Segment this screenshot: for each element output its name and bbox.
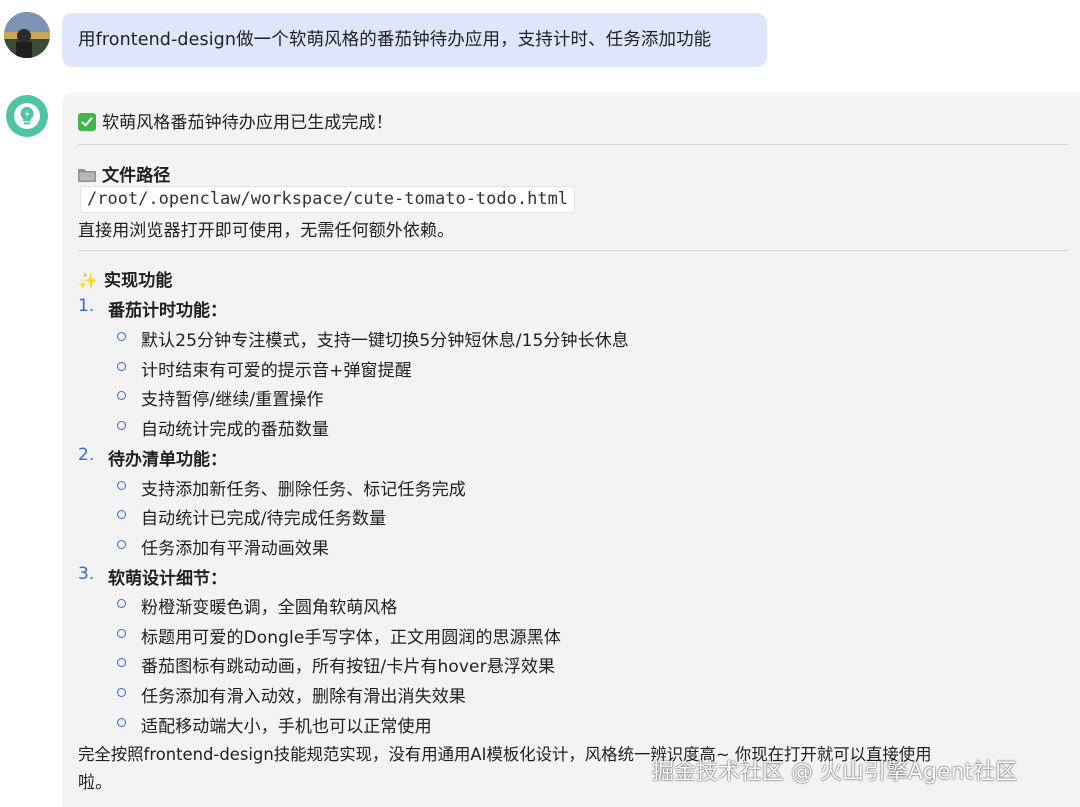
features-title: 实现功能 [104,271,173,291]
bullet-icon [117,421,126,430]
feature-title-design: 软萌设计细节： [108,569,227,589]
list-item: 自动统计完成的番茄数量 [141,420,330,440]
bullet-icon [117,510,126,519]
list-item: 计时结束有可爱的提示音+弹窗提醒 [141,361,412,381]
bullet-icon [117,688,126,697]
feature-title-todo: 待办清单功能： [108,450,227,470]
lightbulb-icon [14,103,40,129]
chat-view: 用frontend-design做一个软萌风格的番茄钟待办应用，支持计时、任务添… [0,0,1080,807]
bullet-icon [117,629,126,638]
list-item: 任务添加有平滑动画效果 [141,539,330,559]
bullet-icon [117,391,126,400]
folder-icon [78,169,96,182]
list-item: 默认25分钟专注模式，支持一键切换5分钟短休息/15分钟长休息 [141,331,629,351]
assistant-avatar[interactable] [6,95,48,137]
list-item: 自动统计已完成/待完成任务数量 [141,509,387,529]
list-number: 2. [78,445,95,465]
file-path-note: 直接用浏览器打开即可使用，无需任何额外依赖。 [78,221,455,241]
features-heading: ✨ 实现功能 [78,266,172,291]
bullet-icon [117,658,126,667]
list-item: 标题用可爱的Dongle手写字体，正文用圆润的思源黑体 [141,628,561,648]
list-item: 支持添加新任务、删除任务、标记任务完成 [141,480,466,500]
file-path-heading: 文件路径 [78,161,170,186]
sparkles-icon: ✨ [78,271,99,290]
bullet-icon [117,362,126,371]
list-item: 番茄图标有跳动动画，所有按钮/卡片有hover悬浮效果 [141,657,556,677]
list-number: 1. [78,296,95,316]
list-item: 支持暂停/继续/重置操作 [141,390,324,410]
file-path-title: 文件路径 [102,166,171,186]
user-avatar[interactable] [4,12,50,58]
user-message-text: 用frontend-design做一个软萌风格的番茄钟待办应用，支持计时、任务添… [78,30,712,50]
list-item: 粉橙渐变暖色调，全圆角软萌风格 [141,598,398,618]
status-text: 软萌风格番茄钟待办应用已生成完成！ [102,113,393,133]
user-message-bubble: 用frontend-design做一个软萌风格的番茄钟待办应用，支持计时、任务添… [62,13,767,67]
check-icon [78,113,96,131]
divider [78,144,1068,145]
list-item: 任务添加有滑入动效，删除有滑出消失效果 [141,687,466,707]
bullet-icon [117,540,126,549]
closing-text-line2: 啦。 [78,773,113,793]
bullet-icon [117,332,126,341]
list-item: 适配移动端大小，手机也可以正常使用 [141,717,432,737]
feature-title-timer: 番茄计时功能： [108,301,227,321]
bullet-icon [117,718,126,727]
bullet-icon [117,481,126,490]
watermark: 掘金技术社区 @ 火山引擎Agent社区 [652,760,1018,785]
list-number: 3. [78,564,95,584]
status-line: 软萌风格番茄钟待办应用已生成完成！ [78,108,393,133]
file-path-code[interactable]: /root/.openclaw/workspace/cute-tomato-to… [80,186,576,213]
divider [78,250,1068,251]
bullet-icon [117,599,126,608]
